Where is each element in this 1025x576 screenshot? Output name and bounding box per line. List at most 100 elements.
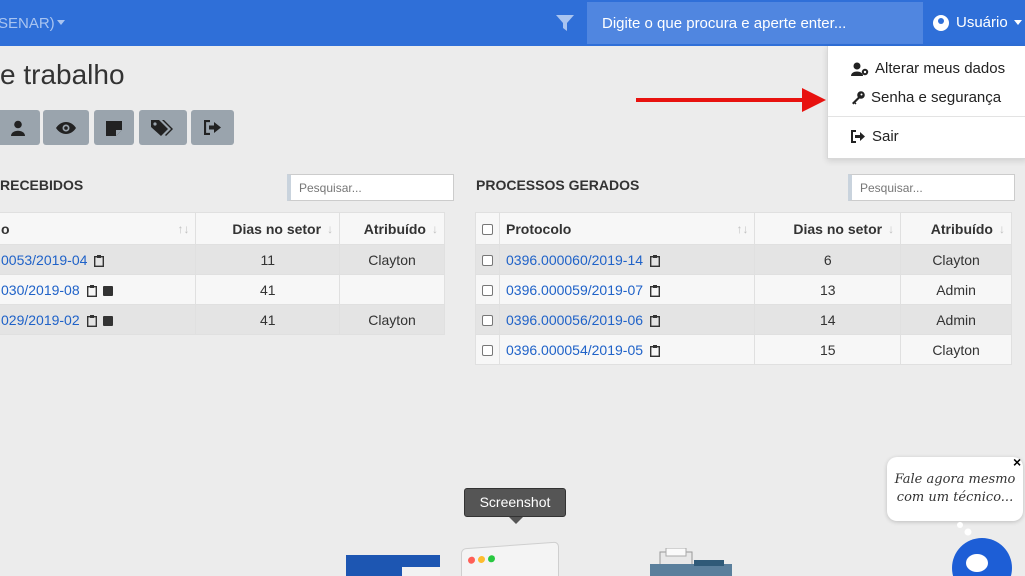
table-row[interactable]: 029/2019-02 41 Clayton	[0, 304, 445, 335]
menu-item-password-security[interactable]: Senha e segurança	[851, 89, 1001, 106]
checkbox-cell	[475, 304, 500, 335]
caret-down-icon[interactable]	[57, 20, 65, 25]
assigned-cell: Clayton	[339, 304, 445, 335]
generated-search-input[interactable]: Pesquisar...	[848, 174, 1015, 201]
sort-icon[interactable]: ↑↓	[177, 222, 189, 236]
protocol-link[interactable]: 030/2019-08	[1, 282, 80, 298]
sort-icon[interactable]: ↓	[888, 222, 894, 236]
protocol-link[interactable]: 0396.000060/2019-14	[506, 252, 643, 268]
protocol-cell: 0053/2019-04	[0, 244, 197, 275]
select-all-checkbox[interactable]	[482, 224, 493, 236]
protocol-link[interactable]: 0396.000056/2019-06	[506, 312, 643, 328]
clipboard-icon[interactable]	[86, 314, 97, 327]
column-days[interactable]: Dias no setor ↓	[195, 212, 341, 245]
table-row[interactable]: 0396.000054/2019-05 15 Clayton	[475, 334, 1012, 365]
red-arrow-annotation	[636, 88, 826, 112]
table-row[interactable]: 030/2019-08 41	[0, 274, 445, 305]
protocol-link[interactable]: 0053/2019-04	[1, 252, 87, 268]
protocol-cell: 0396.000059/2019-07	[498, 274, 756, 305]
column-protocol[interactable]: o ↑↓	[0, 212, 197, 245]
toolbar-user-button[interactable]	[0, 110, 40, 145]
sticky-note-icon[interactable]	[103, 315, 114, 326]
tags-icon	[151, 119, 173, 136]
caret-down-icon	[1013, 20, 1022, 25]
protocol-link[interactable]: 0396.000054/2019-05	[506, 342, 643, 358]
assigned-cell: Clayton	[900, 244, 1012, 275]
clipboard-icon[interactable]	[94, 254, 105, 267]
toolbar-view-button[interactable]	[43, 110, 89, 145]
clipboard-icon[interactable]	[649, 284, 660, 297]
table-row[interactable]: 0053/2019-04 11 Clayton	[0, 244, 445, 275]
toolbar-note-button[interactable]	[94, 110, 134, 145]
column-label: Dias no setor	[232, 220, 322, 237]
received-section-title: RECEBIDOS	[0, 177, 84, 193]
sort-icon[interactable]: ↓	[327, 222, 333, 236]
chat-launcher-button[interactable]	[952, 538, 1012, 576]
toolbar-tags-button[interactable]	[139, 110, 187, 145]
chat-close-button[interactable]: ×	[1013, 454, 1021, 470]
user-dropdown-menu: Alterar meus dados Senha e segurança Sai…	[827, 46, 1025, 159]
menu-item-logout[interactable]: Sair	[851, 128, 899, 145]
printer-app-icon[interactable]	[650, 548, 732, 576]
window-zoom-dot	[488, 555, 495, 563]
days-cell: 11	[195, 244, 341, 275]
checkbox-cell	[475, 334, 500, 365]
column-protocol[interactable]: Protocolo ↑↓	[498, 212, 756, 245]
key-icon	[852, 90, 865, 104]
toolbar-exit-button[interactable]	[191, 110, 234, 145]
days-cell: 14	[754, 304, 902, 335]
global-search-input[interactable]: Digite o que procura e aperte enter...	[587, 2, 923, 44]
protocol-cell: 0396.000056/2019-06	[498, 304, 756, 335]
organization-menu[interactable]: SENAR)	[0, 15, 55, 32]
row-checkbox[interactable]	[482, 345, 493, 357]
received-search-input[interactable]: Pesquisar...	[287, 174, 454, 201]
chat-invite-line2: com um técnico...	[896, 490, 1014, 505]
protocol-cell: 0396.000054/2019-05	[498, 334, 756, 365]
column-assigned[interactable]: Atribuído ↓	[900, 212, 1012, 245]
chat-bubble-tail-icon	[957, 522, 972, 536]
column-label: Atribuído	[930, 220, 993, 237]
protocol-link[interactable]: 029/2019-02	[1, 312, 80, 328]
column-assigned[interactable]: Atribuído ↓	[339, 212, 445, 245]
clipboard-icon[interactable]	[649, 254, 660, 267]
filter-icon[interactable]	[555, 13, 575, 33]
table-row[interactable]: 0396.000059/2019-07 13 Admin	[475, 274, 1012, 305]
select-all-column	[475, 212, 500, 245]
assigned-cell: Clayton	[900, 334, 1012, 365]
row-checkbox[interactable]	[482, 285, 493, 297]
protocol-link[interactable]: 0396.000059/2019-07	[506, 282, 643, 298]
user-gear-icon	[851, 62, 869, 76]
chat-invite-bubble[interactable]: Fale agora mesmo com um técnico...	[887, 457, 1023, 521]
row-checkbox[interactable]	[482, 255, 493, 267]
eye-icon	[56, 121, 76, 134]
sign-out-icon	[851, 130, 865, 143]
clipboard-icon[interactable]	[649, 344, 660, 357]
menu-divider	[828, 116, 1025, 117]
assigned-cell: Admin	[900, 274, 1012, 305]
row-checkbox[interactable]	[482, 315, 493, 327]
checkbox-cell	[475, 274, 500, 305]
sort-icon[interactable]: ↑↓	[736, 222, 748, 236]
sticky-note-icon[interactable]	[103, 285, 114, 296]
clipboard-icon[interactable]	[649, 314, 660, 327]
protocol-cell: 0396.000060/2019-14	[498, 244, 756, 275]
window-minimize-dot	[478, 555, 485, 564]
table-row[interactable]: 0396.000060/2019-14 6 Clayton	[475, 244, 1012, 275]
column-days[interactable]: Dias no setor ↓	[754, 212, 902, 245]
user-circle-icon	[933, 14, 949, 31]
menu-item-edit-profile[interactable]: Alterar meus dados	[851, 60, 1005, 77]
clipboard-icon[interactable]	[86, 284, 97, 297]
table-row[interactable]: 0396.000056/2019-06 14 Admin	[475, 304, 1012, 335]
column-label: Dias no setor	[793, 220, 883, 237]
assigned-cell	[339, 274, 445, 305]
sort-icon[interactable]: ↓	[432, 222, 438, 236]
dock-app-icon-detail	[402, 567, 440, 576]
menu-item-label: Sair	[872, 128, 899, 145]
checkbox-cell	[475, 244, 500, 275]
assigned-cell: Admin	[900, 304, 1012, 335]
sort-icon[interactable]: ↓	[999, 222, 1005, 236]
menu-item-label: Senha e segurança	[871, 89, 1002, 106]
user-menu-toggle[interactable]: Usuário	[933, 14, 1022, 31]
screenshot-app-icon[interactable]	[461, 541, 559, 576]
sign-out-icon	[203, 120, 221, 135]
